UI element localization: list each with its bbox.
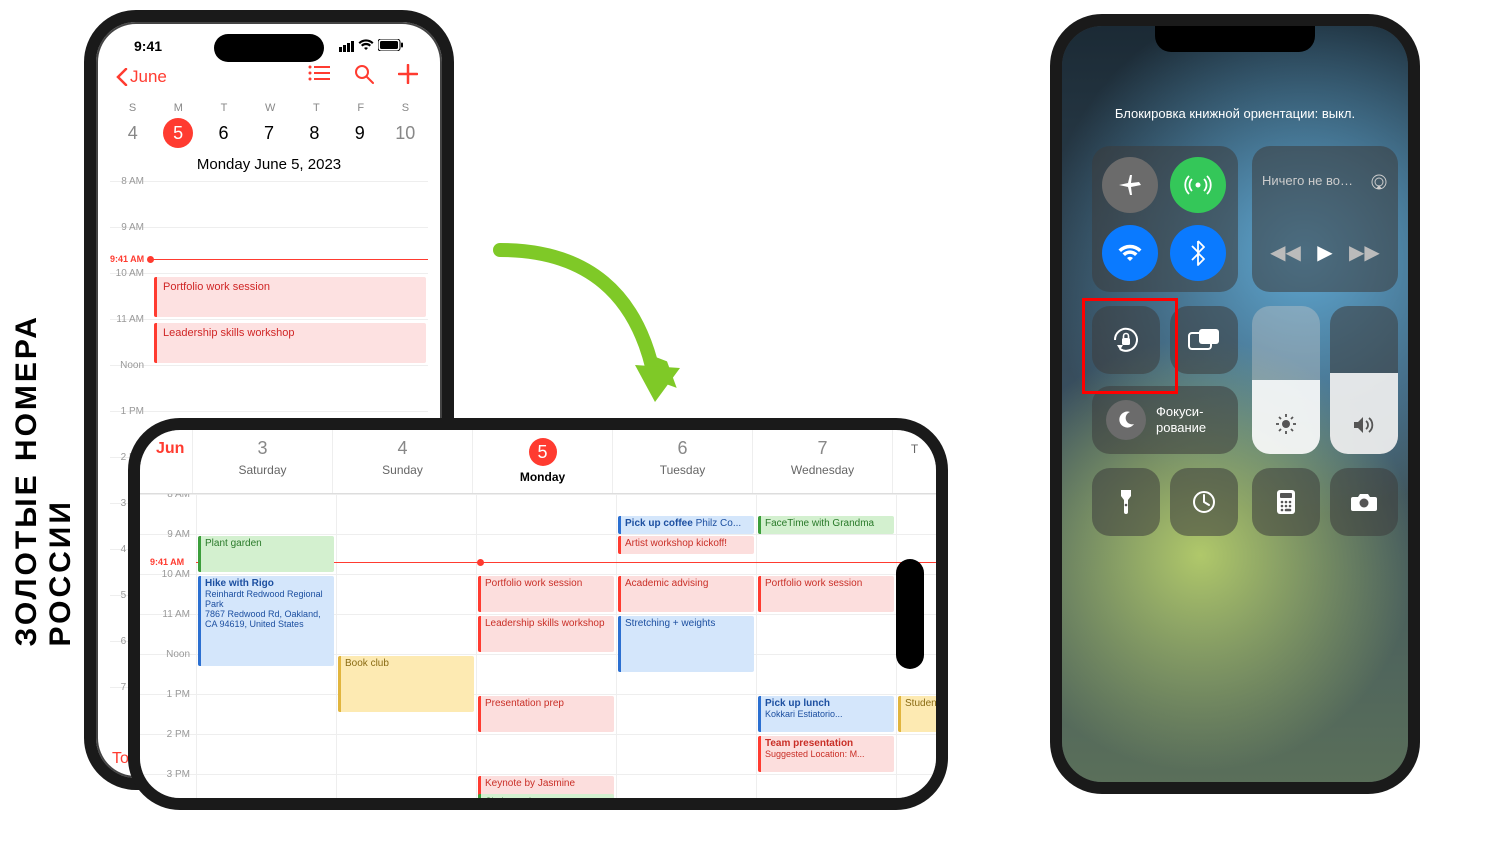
week-header: Jun 3Saturday 4Sunday 5Monday 6Tuesday 7… (140, 430, 936, 494)
date-row[interactable]: 4 5 6 7 8 9 10 (110, 118, 428, 148)
event-portfolio[interactable]: Portfolio work session (154, 277, 426, 317)
wifi-icon (358, 38, 374, 54)
event-pickup[interactable]: Pick up lunchKokkari Estiatorio... (758, 696, 894, 732)
orientation-lock-button[interactable] (1092, 306, 1160, 374)
event-choir[interactable]: Choir practice (478, 794, 614, 798)
weekday-row: SM TW TF S (110, 102, 428, 114)
event-facetime[interactable]: FaceTime with Grandma (758, 516, 894, 534)
event-advising[interactable]: Academic advising (618, 576, 754, 612)
signal-icon (339, 41, 354, 52)
month-label[interactable]: Jun (140, 430, 192, 493)
media-title: Ничего не во… (1262, 173, 1353, 194)
watermark-text: ЗОЛОТЫЕ НОМЕРА РОССИИ (10, 216, 78, 647)
list-icon[interactable] (308, 64, 330, 90)
rewind-icon[interactable]: ◀◀ (1270, 240, 1301, 265)
brightness-slider[interactable] (1252, 306, 1320, 454)
orientation-lock-status: Блокировка книжной ориентации: выкл. (1062, 106, 1408, 121)
date-title: Monday June 5, 2023 (110, 156, 428, 173)
now-label: 9:41 AM (110, 254, 144, 264)
flashlight-button[interactable] (1092, 468, 1160, 536)
event-leadership[interactable]: Leadership skills workshop (478, 616, 614, 652)
media-tile[interactable]: Ничего не во… ◀◀ ▶ ▶▶ (1252, 146, 1398, 292)
moon-icon (1106, 400, 1146, 440)
event-stretch[interactable]: Stretching + weights (618, 616, 754, 672)
event-portfolio[interactable]: Portfolio work session (478, 576, 614, 612)
speaker-icon (1352, 415, 1376, 440)
volume-slider[interactable] (1330, 306, 1398, 454)
event-book[interactable]: Book club (338, 656, 474, 712)
focus-button[interactable]: Фокуси- рование (1092, 386, 1238, 454)
back-button[interactable]: June (116, 67, 167, 87)
sun-icon (1275, 413, 1297, 440)
wifi-toggle-icon[interactable] (1102, 225, 1158, 281)
event-hike[interactable]: Hike with Rigo Reinhardt Redwood Regiona… (198, 576, 334, 666)
back-label: June (130, 67, 167, 87)
event-student[interactable]: Student (898, 696, 936, 732)
rotation-arrow-icon (480, 230, 690, 430)
landscape-phone: Jun 3Saturday 4Sunday 5Monday 6Tuesday 7… (128, 418, 948, 810)
week-grid[interactable]: 8 AM 9 AM 10 AM 11 AM Noon 1 PM 2 PM 3 P… (140, 494, 936, 798)
play-icon[interactable]: ▶ (1317, 240, 1332, 265)
screen-mirroring-button[interactable] (1170, 306, 1238, 374)
calculator-button[interactable] (1252, 468, 1320, 536)
battery-icon (378, 38, 404, 54)
forward-icon[interactable]: ▶▶ (1349, 240, 1380, 265)
focus-label: Фокуси- рование (1156, 404, 1206, 435)
event-artist[interactable]: Artist workshop kickoff! (618, 536, 754, 554)
event-plant[interactable]: Plant garden (198, 536, 334, 572)
now-line (150, 259, 428, 260)
now-label: 9:41 AM (150, 557, 184, 567)
search-icon[interactable] (354, 64, 374, 90)
event-portfolio2[interactable]: Portfolio work session (758, 576, 894, 612)
camera-button[interactable] (1330, 468, 1398, 536)
airplay-icon[interactable] (1370, 173, 1388, 194)
bluetooth-icon[interactable] (1170, 225, 1226, 281)
event-team[interactable]: Team presentationSuggested Location: M..… (758, 736, 894, 772)
control-center-phone: Блокировка книжной ориентации: выкл. Ни (1050, 14, 1420, 794)
connectivity-tile[interactable] (1092, 146, 1238, 292)
selected-date: 5 (163, 118, 193, 148)
airplane-icon[interactable] (1102, 157, 1158, 213)
event-presentation[interactable]: Presentation prep (478, 696, 614, 732)
timer-button[interactable] (1170, 468, 1238, 536)
status-time: 9:41 (134, 38, 162, 54)
add-icon[interactable] (398, 64, 418, 90)
event-coffee[interactable]: Pick up coffee Philz Co... (618, 516, 754, 534)
cellular-icon[interactable] (1170, 157, 1226, 213)
event-leadership[interactable]: Leadership skills workshop (154, 323, 426, 363)
